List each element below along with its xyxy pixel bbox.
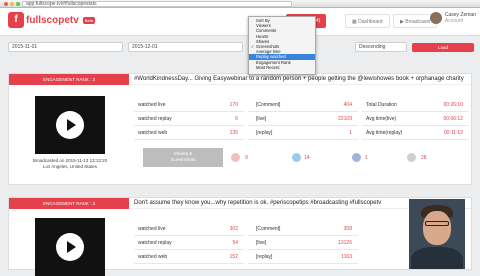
twitter-icon [292, 153, 301, 162]
stat-label: watched live [138, 226, 166, 232]
share-count: 1 [365, 155, 368, 161]
stat-label: [replay] [256, 254, 273, 260]
stat-value: 00:26:10 [443, 102, 463, 108]
stat-label: [Comment] [256, 102, 281, 108]
webcam-person-shirt [411, 247, 463, 269]
broadcast-card: ENGAGEMENT RANK : 3 Don't assume they kn… [8, 197, 472, 276]
stat-label: watched replay [138, 240, 172, 246]
nav-broadcasts-label: Broadcasts [405, 19, 431, 25]
logo-mark-icon: f [8, 12, 24, 28]
broadcast-caption: #WorldKindnessDay... Giving Easywebinar … [134, 76, 464, 82]
filter-bar: 2015-11-01 2015-12-01 Descending Load [0, 37, 480, 57]
table-row: [live] 22109 [248, 112, 358, 126]
user-account-label: Account [444, 18, 463, 24]
stat-label: [live] [256, 116, 267, 122]
stat-label: [Comment] [256, 226, 281, 232]
brand-name: fullscopetv [26, 14, 79, 26]
table-row: [Comment] 358 [248, 222, 358, 236]
table-row: watched replay 54 [134, 236, 244, 250]
stat-label: [replay] [256, 130, 273, 136]
engagement-rank-badge: ENGAGEMENT RANK : 3 [9, 74, 129, 85]
stats-table: watched live 302 watched replay 54 watched… [134, 214, 364, 270]
sort-option[interactable]: Most Recent [249, 65, 315, 70]
nav-dashboard-button[interactable]: ▦ Dashboard [345, 14, 390, 28]
stat-label: Total Duration [366, 102, 397, 108]
engagement-rank-badge: ENGAGEMENT RANK : 3 [9, 198, 129, 209]
broadcast-location: Los Angeles, United States [42, 164, 98, 169]
share-count: 9 [245, 155, 248, 161]
share-count: 28 [421, 155, 427, 161]
periscope-share-icon [231, 153, 240, 162]
stat-value: 404 [343, 102, 352, 108]
table-row: Avg time(replay) 00:11:12 [362, 126, 469, 140]
table-row: Avg time(live) 00:06:12 [362, 112, 469, 126]
card-header: ENGAGEMENT RANK : 3 Don't assume they kn… [9, 198, 471, 209]
beta-badge: Beta [82, 16, 96, 24]
camera-icon [407, 153, 416, 162]
share-count: 14 [304, 155, 310, 161]
stat-label: Avg time(live) [366, 116, 397, 122]
table-row: [replay] 1163 [248, 250, 358, 264]
browser-chrome: app.fullscope.tv/#/fullscopestats [0, 0, 480, 8]
nav-dashboard-label: Dashboard [358, 19, 383, 25]
top-navigation: f fullscopetv Beta Periscope(4) ▦ Dashbo… [0, 8, 480, 36]
stat-label: Avg time(replay) [366, 130, 403, 136]
table-row: watched live 170 [134, 98, 244, 112]
stat-value: 13126 [338, 240, 352, 246]
sort-by-dropdown[interactable]: Sort By Viewers Comments Hearts Shares S… [248, 16, 316, 75]
user-menu[interactable]: Casey Zeman Account [429, 12, 476, 24]
stat-label: [live] [256, 240, 267, 246]
stat-label: watched web [138, 130, 168, 136]
brand-logo[interactable]: f fullscopetv Beta [8, 12, 96, 28]
stat-value: 358 [343, 226, 352, 232]
stat-value: 135 [229, 130, 238, 136]
stat-value: 302 [229, 226, 238, 232]
stat-value: 54 [232, 240, 238, 246]
share-label-line2: Screenshots [170, 157, 196, 162]
card-header: ENGAGEMENT RANK : 3 #WorldKindnessDay...… [9, 74, 471, 85]
address-bar[interactable]: app.fullscope.tv/#/fullscopestats [22, 1, 292, 7]
stat-value: 1163 [341, 254, 352, 260]
table-row: watched live 302 [134, 222, 244, 236]
table-row: [live] 13126 [248, 236, 358, 250]
play-icon[interactable] [56, 111, 84, 139]
stat-value: 00:11:12 [443, 130, 463, 136]
webcam-overlay [409, 199, 465, 269]
table-row: Total Duration 00:26:10 [362, 98, 469, 112]
stat-label: watched replay [138, 116, 172, 122]
video-thumbnail[interactable] [35, 96, 105, 154]
date-to-input[interactable]: 2015-12-01 [128, 42, 243, 52]
date-from-input[interactable]: 2015-11-01 [8, 42, 123, 52]
stat-value: 1 [349, 130, 352, 136]
stat-label: watched web [138, 254, 168, 260]
webcam-person-face [423, 211, 451, 245]
stat-value: 6 [235, 116, 238, 122]
table-row: watched web 135 [134, 126, 244, 140]
order-select[interactable]: Descending [355, 42, 407, 52]
stat-value: 152 [229, 254, 238, 260]
stat-value: 170 [229, 102, 238, 108]
stat-value: 00:06:12 [443, 116, 463, 122]
stat-value: 22109 [338, 116, 352, 122]
table-row: [replay] 1 [248, 126, 358, 140]
video-thumbnail[interactable] [35, 218, 105, 276]
table-row: watched web 152 [134, 250, 244, 264]
window-controls[interactable] [4, 2, 20, 6]
broadcast-card: ENGAGEMENT RANK : 3 #WorldKindnessDay...… [8, 73, 472, 185]
play-icon[interactable] [56, 233, 84, 261]
avatar [429, 12, 442, 24]
table-row: [Comment] 404 [248, 98, 358, 112]
stat-label: watched live [138, 102, 166, 108]
webcam-person-glasses [425, 221, 449, 226]
facebook-icon [352, 153, 361, 162]
shares-screenshots-label: Shares & Screenshots [143, 148, 223, 167]
stats-table: watched live 170 watched replay 6 watched … [134, 90, 469, 146]
load-button[interactable]: Load [412, 43, 474, 52]
table-row: watched replay 6 [134, 112, 244, 126]
